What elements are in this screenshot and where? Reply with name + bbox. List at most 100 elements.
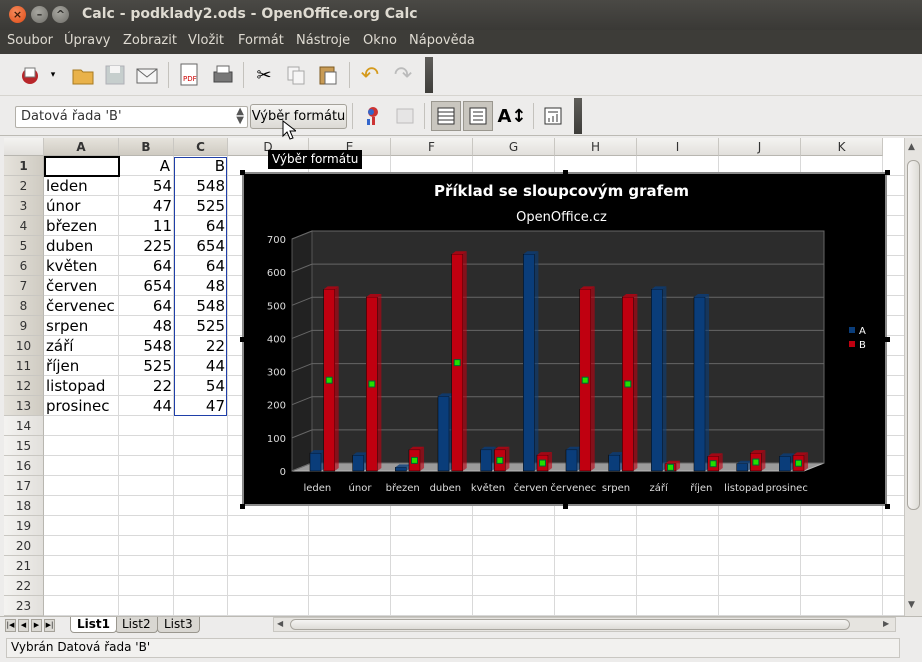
cell-value-a[interactable]: 47 (120, 196, 174, 216)
column-header[interactable]: G (473, 138, 555, 156)
column-header[interactable]: F (391, 138, 473, 156)
row-header[interactable]: 16 (4, 456, 44, 476)
row-header[interactable]: 7 (4, 276, 44, 296)
row-header[interactable]: 19 (4, 516, 44, 536)
row-header[interactable]: 4 (4, 216, 44, 236)
cell-value-a[interactable]: 654 (120, 276, 174, 296)
cell-value-b[interactable]: 47 (175, 396, 227, 416)
row-header[interactable]: 6 (4, 256, 44, 276)
row-header[interactable]: 20 (4, 536, 44, 556)
cell-b1[interactable]: A (120, 156, 172, 176)
cell-value-a[interactable]: 548 (120, 336, 174, 356)
cell-month[interactable]: duben (46, 236, 119, 256)
email-icon[interactable] (134, 62, 160, 88)
cell-month[interactable]: srpen (46, 316, 119, 336)
row-header[interactable]: 14 (4, 416, 44, 436)
row-header[interactable]: 11 (4, 356, 44, 376)
cell-value-b[interactable]: 548 (175, 176, 227, 196)
horizontal-scrollbar[interactable]: ◀ ▶ (273, 617, 896, 632)
row-header[interactable]: 22 (4, 576, 44, 596)
scroll-left-icon[interactable]: ◀ (277, 619, 283, 628)
cell-month[interactable]: březen (46, 216, 119, 236)
row-header[interactable]: 10 (4, 336, 44, 356)
column-header[interactable]: I (637, 138, 719, 156)
row-header[interactable]: 21 (4, 556, 44, 576)
chart-handle[interactable] (563, 170, 568, 175)
column-header[interactable]: A (44, 138, 119, 156)
cell-value-b[interactable]: 654 (175, 236, 227, 256)
cell-value-a[interactable]: 525 (120, 356, 174, 376)
cell-value-a[interactable]: 64 (120, 256, 174, 276)
chart-handle[interactable] (885, 504, 890, 509)
active-cell-a1[interactable] (44, 156, 120, 177)
menu-okno[interactable]: Okno (363, 33, 397, 48)
new-document-icon[interactable] (17, 62, 43, 88)
cell-value-b[interactable]: 525 (175, 196, 227, 216)
cell-c1[interactable]: B (175, 156, 227, 176)
column-header[interactable]: K (801, 138, 883, 156)
row-header[interactable]: 3 (4, 196, 44, 216)
minimize-icon[interactable]: – (31, 6, 48, 23)
embedded-chart[interactable]: Příklad se sloupcovým grafem OpenOffice.c… (242, 172, 887, 506)
cell-value-b[interactable]: 525 (175, 316, 227, 336)
next-sheet-icon[interactable]: ▶ (31, 619, 42, 632)
cell-value-b[interactable]: 54 (175, 376, 227, 396)
row-header[interactable]: 17 (4, 476, 44, 496)
cell-value-b[interactable]: 48 (175, 276, 227, 296)
chart-handle[interactable] (563, 504, 568, 509)
data-table-icon[interactable] (392, 103, 418, 129)
menu-nastroje[interactable]: Nástroje (296, 33, 350, 48)
cell-value-b[interactable]: 64 (175, 216, 227, 236)
maximize-icon[interactable]: ^ (52, 6, 69, 23)
undo-icon[interactable]: ↶ (357, 62, 383, 88)
export-pdf-icon[interactable]: PDF (176, 62, 202, 88)
sheet-tab-list2[interactable]: List2 (115, 617, 158, 633)
row-header[interactable]: 8 (4, 296, 44, 316)
menu-soubor[interactable]: Soubor (7, 33, 53, 48)
auto-layout-icon[interactable] (540, 103, 566, 129)
menu-format[interactable]: Formát (238, 33, 284, 48)
sheet-tab-list1[interactable]: List1 (70, 617, 117, 633)
menu-napoveda[interactable]: Nápověda (409, 33, 475, 48)
chart-handle[interactable] (240, 170, 245, 175)
legend-toggle-icon[interactable] (463, 101, 493, 131)
cell-value-a[interactable]: 225 (120, 236, 174, 256)
column-header[interactable]: J (719, 138, 801, 156)
chart-handle[interactable] (885, 170, 890, 175)
save-icon[interactable] (102, 62, 128, 88)
menu-zobrazit[interactable]: Zobrazit (123, 33, 177, 48)
print-icon[interactable] (210, 62, 236, 88)
cell-value-a[interactable]: 11 (120, 216, 174, 236)
select-all-corner[interactable] (4, 138, 44, 156)
format-selection-button[interactable]: Výběr formátu (250, 104, 347, 129)
row-header[interactable]: 15 (4, 436, 44, 456)
cell-month[interactable]: květen (46, 256, 119, 276)
scroll-down-icon[interactable]: ▼ (908, 600, 915, 610)
redo-icon[interactable]: ↷ (390, 62, 416, 88)
chart-canvas[interactable]: Příklad se sloupcovým grafem OpenOffice.c… (244, 174, 885, 504)
copy-icon[interactable] (283, 62, 309, 88)
row-header[interactable]: 13 (4, 396, 44, 416)
cell-month[interactable]: leden (46, 176, 119, 196)
column-header[interactable]: H (555, 138, 637, 156)
cell-value-a[interactable]: 48 (120, 316, 174, 336)
cell-value-b[interactable]: 64 (175, 256, 227, 276)
scroll-up-icon[interactable]: ▲ (908, 142, 915, 152)
cell-value-b[interactable]: 22 (175, 336, 227, 356)
cut-icon[interactable]: ✂ (251, 62, 277, 88)
first-sheet-icon[interactable]: |◀ (5, 619, 16, 632)
row-header[interactable]: 2 (4, 176, 44, 196)
vertical-scrollbar[interactable]: ▲ ▼ (904, 138, 922, 616)
cell-month[interactable]: prosinec (46, 396, 119, 416)
row-header[interactable]: 12 (4, 376, 44, 396)
cell-value-b[interactable]: 44 (175, 356, 227, 376)
cell-value-a[interactable]: 22 (120, 376, 174, 396)
row-header[interactable]: 9 (4, 316, 44, 336)
chart-element-select[interactable]: Datová řada 'B' ▲ ▼ (15, 106, 248, 128)
cell-value-a[interactable]: 54 (120, 176, 174, 196)
select-spin-icon[interactable]: ▲ ▼ (236, 107, 244, 126)
chart-handle[interactable] (240, 337, 245, 342)
row-header[interactable]: 5 (4, 236, 44, 256)
chart-type-icon[interactable] (360, 103, 386, 129)
scale-text-icon[interactable]: A↕ (498, 103, 527, 129)
